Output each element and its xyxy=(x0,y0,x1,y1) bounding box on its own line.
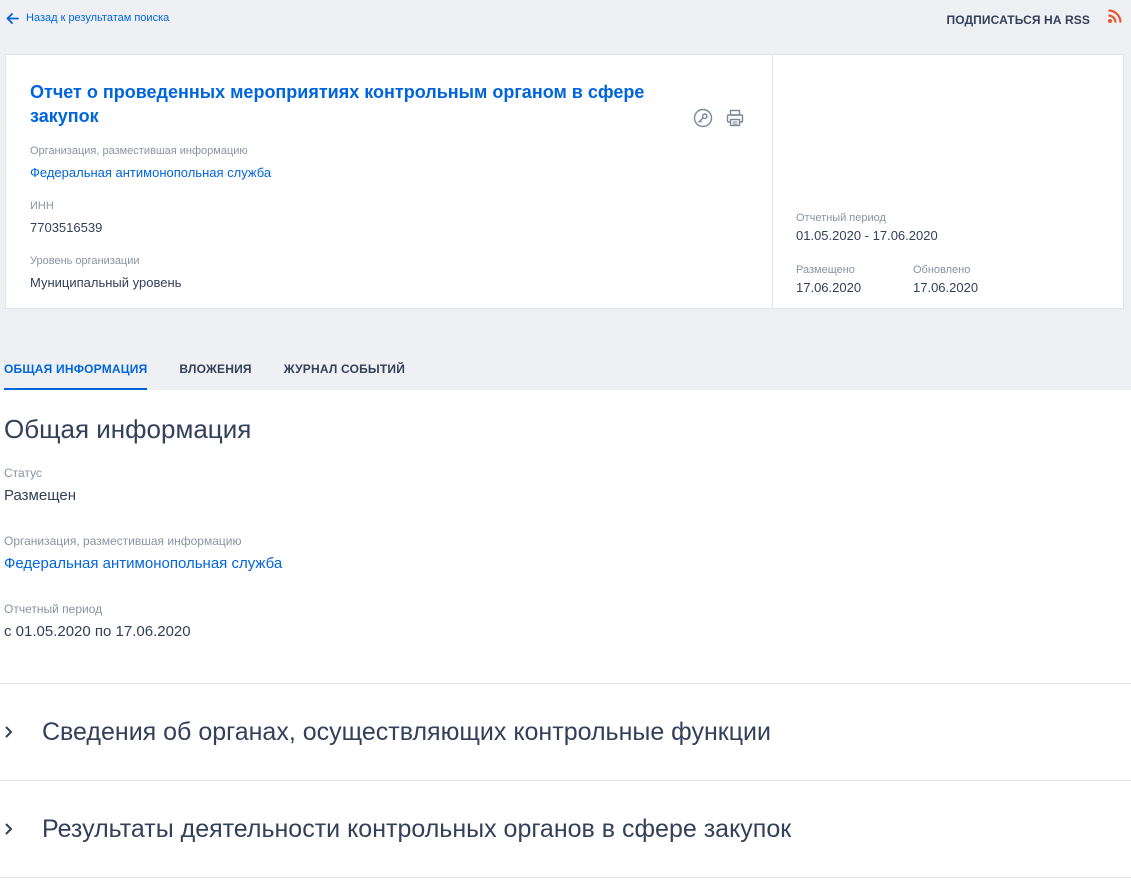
general-period-value: с 01.05.2020 по 17.06.2020 xyxy=(4,623,191,640)
key-button[interactable] xyxy=(692,107,713,128)
printer-icon xyxy=(726,109,743,126)
general-org-link[interactable]: Федеральная антимонопольная служба xyxy=(4,555,282,572)
rss-subscribe-link[interactable]: ПОДПИСАТЬСЯ НА RSS xyxy=(947,13,1090,27)
inn-value: 7703516539 xyxy=(30,220,103,235)
updated-label: Обновлено xyxy=(913,264,971,276)
section-title: Общая информация xyxy=(4,414,252,444)
status-value: Размещен xyxy=(4,487,77,504)
placed-value: 17.06.2020 xyxy=(796,280,862,295)
status-label: Статус xyxy=(4,466,42,480)
updated-value: 17.06.2020 xyxy=(913,280,979,295)
chevron-right-icon xyxy=(5,726,12,738)
accordion-control-bodies[interactable]: Сведения об органах, осуществляющих конт… xyxy=(0,684,1131,780)
key-icon xyxy=(693,108,712,127)
tab-bar: ОБЩАЯ ИНФОРМАЦИЯ ВЛОЖЕНИЯ ЖУРНАЛ СОБЫТИЙ xyxy=(0,350,1131,390)
level-value: Муниципальный уровень xyxy=(30,275,182,290)
general-period-label: Отчетный период xyxy=(4,602,103,616)
document-card: Отчет о проведенных мероприятиях контрол… xyxy=(5,54,1124,309)
level-label: Уровень организации xyxy=(30,255,140,267)
accordion-control-results[interactable]: Результаты деятельности контрольных орга… xyxy=(0,781,1131,877)
org-label: Организация, разместившая информацию xyxy=(30,145,248,157)
card-tools xyxy=(692,107,745,128)
tab-attachments[interactable]: ВЛОЖЕНИЯ xyxy=(179,350,251,390)
placed-label: Размещено xyxy=(796,264,855,276)
org-link[interactable]: Федеральная антимонопольная служба xyxy=(30,165,271,180)
document-title: Отчет о проведенных мероприятиях контрол… xyxy=(30,82,645,126)
general-org-label: Организация, разместившая информацию xyxy=(4,534,242,548)
inn-label: ИНН xyxy=(30,200,54,212)
tab-event-log[interactable]: ЖУРНАЛ СОБЫТИЙ xyxy=(284,350,405,390)
card-side: Отчетный период 01.05.2020 - 17.06.2020 … xyxy=(773,55,1123,308)
period-label: Отчетный период xyxy=(796,212,886,224)
accordion-title: Результаты деятельности контрольных орга… xyxy=(42,814,792,843)
back-link-label: Назад к результатам поиска xyxy=(26,12,170,24)
card-main: Отчет о проведенных мероприятиях контрол… xyxy=(6,55,773,308)
tab-general[interactable]: ОБЩАЯ ИНФОРМАЦИЯ xyxy=(4,350,148,390)
rss-icon[interactable] xyxy=(1107,8,1123,24)
back-to-results-link[interactable]: Назад к результатам поиска xyxy=(6,12,169,24)
period-value: 01.05.2020 - 17.06.2020 xyxy=(796,228,938,243)
print-button[interactable] xyxy=(724,107,745,128)
divider xyxy=(0,877,1131,878)
chevron-right-icon xyxy=(5,823,12,835)
arrow-left-icon xyxy=(6,12,19,24)
accordion-title: Сведения об органах, осуществляющих конт… xyxy=(42,717,771,746)
